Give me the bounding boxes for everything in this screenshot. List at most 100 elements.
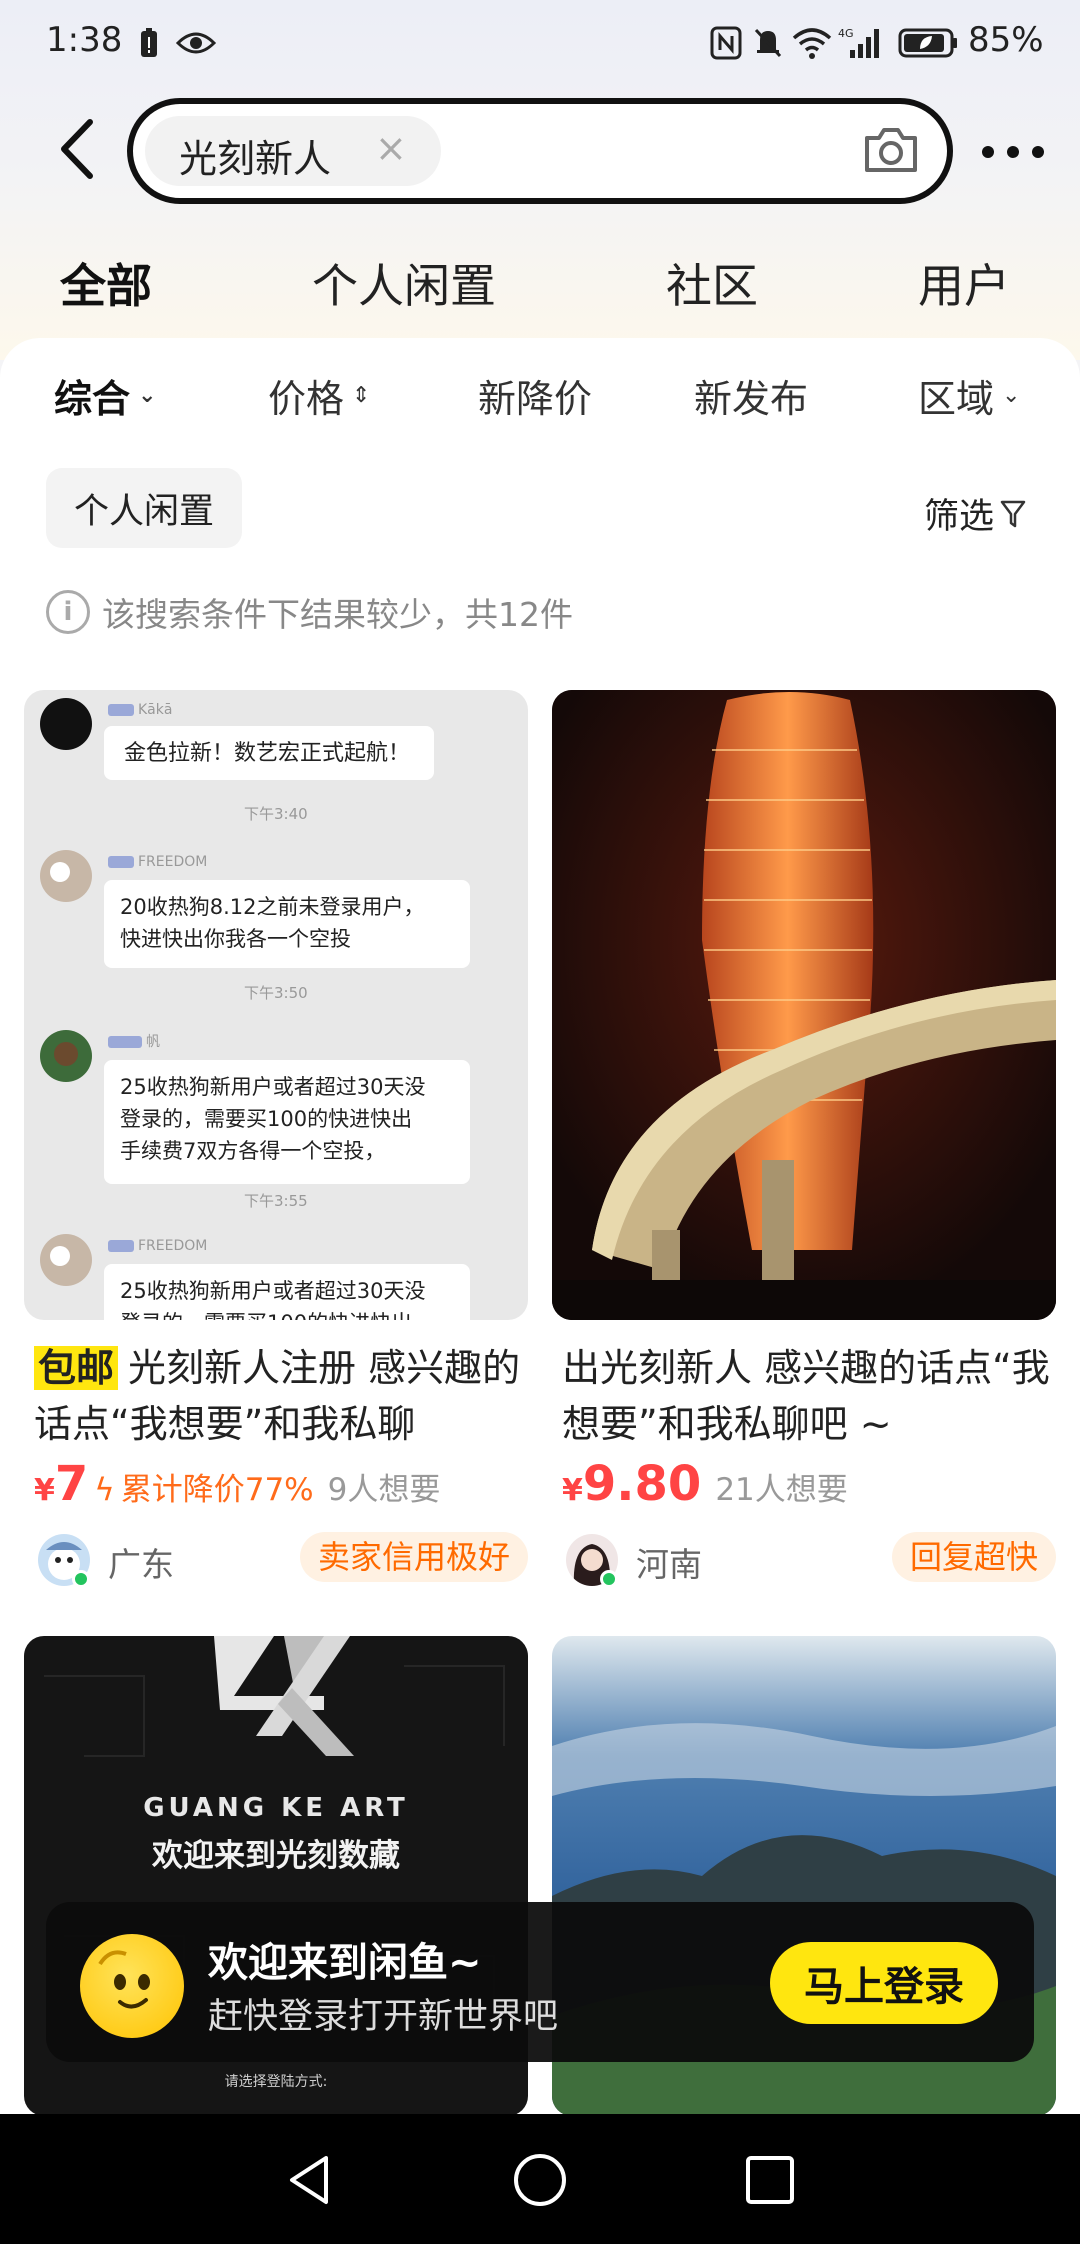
product-title: 出光刻新人 感兴趣的话点“我想要”和我私聊吧 ~ [562,1346,1050,1446]
svg-text:Kākā: Kākā [138,702,172,718]
filter-button[interactable]: 筛选 [924,488,1026,539]
sort-updown-icon: ⇕ [352,383,371,408]
nav-home-icon[interactable] [510,2150,570,2210]
nav-back-icon[interactable] [280,2150,340,2210]
product-price-row: ¥ 9.80 21人想要 [562,1456,848,1512]
product-card[interactable]: Kākā 金色拉新！数艺宏正式起航！ 下午3:40 FREEDOM 20收热狗8… [24,690,528,1590]
login-banner[interactable]: 欢迎来到闲鱼~ 赶快登录打开新世界吧 马上登录 [46,1902,1034,2062]
product-price: 7 [54,1456,89,1512]
sort-region-label: 区域 [918,377,995,421]
search-query-chip[interactable]: 光刻新人 × [145,116,441,186]
battery-percent: 85% [968,20,1044,60]
sort-bar: 综合 ⌄ 价格 ⇕ 新降价 新发布 区域 ⌄ [0,368,1080,438]
clear-icon[interactable]: × [375,126,407,170]
system-nav-bar [0,2114,1080,2244]
sort-new-drop-label: 新降价 [478,377,593,421]
product-image-chat-screenshot: Kākā 金色拉新！数艺宏正式起航！ 下午3:40 FREEDOM 20收热狗8… [24,690,528,1320]
notice-text: 该搜索条件下结果较少，共12件 [102,595,573,634]
svg-text:登录的，需要买100的快进快出: 登录的，需要买100的快进快出 [120,1311,412,1320]
product-card[interactable]: 出光刻新人 感兴趣的话点“我想要”和我私聊吧 ~ ¥ 9.80 21人想要 河南… [552,690,1056,1590]
product-title: 包邮 光刻新人注册 感兴趣的话点“我想要”和我私聊 [34,1340,534,1452]
seller-row: 河南 回复超快 [562,1530,1056,1590]
tab-community-label: 社区 [666,259,758,313]
sort-default[interactable]: 综合 ⌄ [54,368,156,423]
search-query-text: 光刻新人 [179,137,332,181]
login-subtitle: 赶快登录打开新世界吧 [208,1997,559,2037]
search-box[interactable]: 光刻新人 × [127,98,953,204]
tab-users[interactable]: 用户 [918,250,1010,316]
tab-users-label: 用户 [918,259,1010,313]
back-icon[interactable] [50,114,110,184]
sort-new-post[interactable]: 新发布 [694,368,808,423]
seller-row: 广东 卖家信用极好 [34,1530,528,1590]
svg-text:下午3:50: 下午3:50 [244,984,308,1002]
free-shipping-badge: 包邮 [34,1346,119,1390]
product-price-row: ¥ 7 ϟ 累计降价77% 9人想要 [34,1456,440,1512]
xianyu-mascot-icon [80,1934,184,2038]
tab-all[interactable]: 全部 [58,250,154,316]
sort-new-post-label: 新发布 [694,377,809,421]
category-tabs: 全部 个人闲置 社区 用户 [0,240,1080,320]
svg-text:帆: 帆 [146,1034,160,1050]
reply-speed-tag: 回复超快 [891,1532,1056,1582]
sort-new-drop[interactable]: 新降价 [478,368,592,423]
chevron-down-icon: ⌄ [1002,383,1021,408]
seller-region: 广东 [108,1545,174,1584]
chevron-down-icon: ⌄ [138,383,157,408]
svg-text:欢迎来到光刻数藏: 欢迎来到光刻数藏 [151,1838,400,1874]
product-image-tower-night [552,690,1056,1320]
sort-price[interactable]: 价格 ⇕ [268,368,370,423]
online-dot [72,1570,90,1588]
svg-text:金色拉新！数艺宏正式起航！: 金色拉新！数艺宏正式起航！ [124,741,410,766]
svg-text:FREEDOM: FREEDOM [138,854,207,870]
wifi-icon [792,22,832,64]
svg-text:25收热狗新用户或者超过30天没: 25收热狗新用户或者超过30天没 [120,1279,425,1303]
currency-symbol: ¥ [34,1473,55,1508]
tab-community[interactable]: 社区 [666,250,758,316]
wants-count: 21人想要 [715,1472,848,1508]
svg-text:FREEDOM: FREEDOM [138,1238,207,1254]
login-button[interactable]: 马上登录 [770,1942,998,2024]
svg-text:GUANG KE ART: GUANG KE ART [143,1793,409,1823]
svg-text:登录的，需要买100的快进快出: 登录的，需要买100的快进快出 [120,1107,412,1131]
results-panel: 综合 ⌄ 价格 ⇕ 新降价 新发布 区域 ⌄ 个人闲置 筛选 i 该搜索条件下结果较少… [0,338,1080,2116]
svg-text:手续费7双方各得一个空投，: 手续费7双方各得一个空投， [120,1139,385,1163]
nav-recents-icon[interactable] [740,2150,800,2210]
svg-text:快进快出你我各一个空投: 快进快出你我各一个空投 [120,927,351,951]
funnel-icon [1000,500,1026,527]
tab-personal-idle[interactable]: 个人闲置 [312,250,496,316]
filter-chip-personal[interactable]: 个人闲置 [46,468,242,548]
battery-alert-icon [140,22,158,64]
sort-price-label: 价格 [268,377,345,421]
price-drop-label: 累计降价77% [120,1472,314,1508]
status-bar: 1:38 4G 85% [0,0,1080,90]
login-title: 欢迎来到闲鱼~ [208,1940,482,1986]
svg-text:下午3:40: 下午3:40 [244,805,308,823]
search-row: 光刻新人 × [0,92,1080,212]
svg-text:下午3:55: 下午3:55 [244,1192,308,1210]
seller-region: 河南 [636,1545,702,1584]
sort-default-label: 综合 [54,377,131,421]
svg-text:4G: 4G [838,27,854,40]
signal-icon: 4G [836,22,884,64]
results-notice: i 该搜索条件下结果较少，共12件 [46,588,573,636]
sort-region[interactable]: 区域 ⌄ [918,368,1020,423]
wants-count: 9人想要 [327,1472,441,1508]
svg-text:25收热狗新用户或者超过30天没: 25收热狗新用户或者超过30天没 [120,1075,425,1099]
online-dot [600,1570,618,1588]
svg-text:请选择登陆方式:: 请选择登陆方式: [225,2074,328,2090]
filter-label: 筛选 [924,497,995,537]
info-icon: i [46,590,90,634]
battery-icon [898,22,958,64]
seller-credit-tag: 卖家信用极好 [299,1532,528,1582]
status-time: 1:38 [46,20,123,60]
tab-personal-idle-label: 个人闲置 [312,259,496,313]
camera-icon[interactable] [861,120,921,180]
eye-icon [176,22,216,64]
nfc-icon [710,22,742,64]
more-icon[interactable] [980,144,1046,160]
mute-bell-icon [752,22,784,64]
lightning-icon: ϟ [94,1472,115,1508]
product-price: 9.80 [582,1456,702,1512]
svg-text:20收热狗8.12之前未登录用户，: 20收热狗8.12之前未登录用户， [120,895,424,919]
